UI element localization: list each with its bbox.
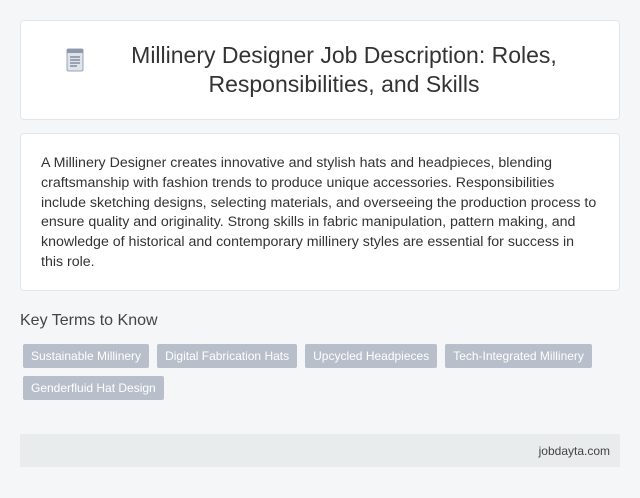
- tag-upcycled-headpieces[interactable]: Upcycled Headpieces: [305, 344, 438, 368]
- document-icon: [61, 46, 89, 74]
- tag-sustainable-millinery[interactable]: Sustainable Millinery: [23, 344, 150, 368]
- tag-digital-fabrication-hats[interactable]: Digital Fabrication Hats: [157, 344, 298, 368]
- description-card: A Millinery Designer creates innovative …: [20, 133, 620, 291]
- footer: jobdayta.com: [20, 434, 620, 467]
- title-row: Millinery Designer Job Description: Role…: [61, 41, 579, 99]
- footer-site-link[interactable]: jobdayta.com: [539, 444, 610, 458]
- page-title: Millinery Designer Job Description: Role…: [131, 42, 557, 97]
- title-card: Millinery Designer Job Description: Role…: [20, 20, 620, 120]
- job-description: A Millinery Designer creates innovative …: [41, 155, 597, 270]
- page: Millinery Designer Job Description: Role…: [0, 0, 640, 498]
- tag-tech-integrated-millinery[interactable]: Tech-Integrated Millinery: [445, 344, 592, 368]
- key-terms-tags: Sustainable Millinery Digital Fabricatio…: [23, 344, 603, 400]
- tag-genderfluid-hat-design[interactable]: Genderfluid Hat Design: [23, 376, 164, 400]
- key-terms-heading: Key Terms to Know: [20, 312, 158, 329]
